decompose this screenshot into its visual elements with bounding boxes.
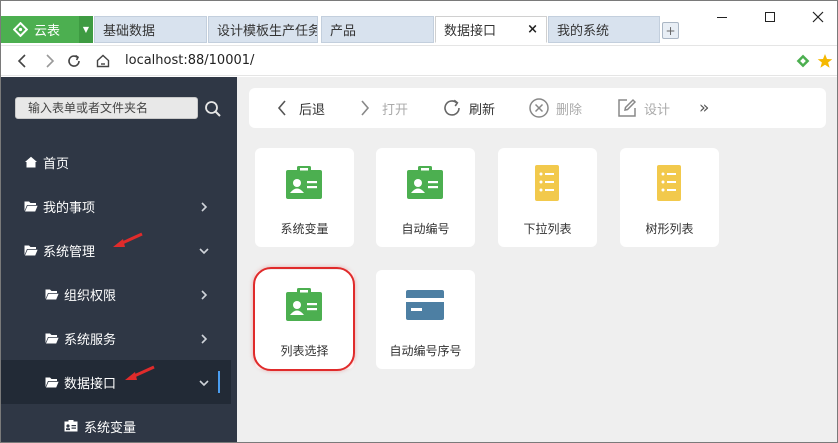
id-card-icon: [64, 420, 78, 432]
tab-label: 我的系统: [557, 24, 610, 39]
folder-icon: [24, 200, 38, 212]
search-icon[interactable]: [204, 100, 222, 118]
card-label: 列表选择: [280, 344, 329, 358]
delete-label: 删除: [556, 102, 583, 118]
sidebar-item-my-tasks[interactable]: 我的事项: [1, 184, 237, 228]
main-content: 后退 打开 刷新 删除 设计 » 系统变量 自动编号 下拉列表 树形列表 列表选…: [237, 77, 837, 442]
design-label: 设计: [644, 102, 671, 118]
search-placeholder: 输入表单或者文件夹名: [28, 101, 149, 115]
home-icon: [24, 156, 38, 168]
tab-bar: 云表 ▼ 基础数据 设计模板生产任务 产品 数据接口 × 我的系统 +: [1, 1, 837, 45]
yunbiao-logo-icon: [13, 22, 28, 37]
back-arrow-icon[interactable]: [13, 52, 31, 70]
reload-icon[interactable]: [65, 52, 83, 70]
sidebar-item-system-services[interactable]: 系统服务: [1, 316, 237, 360]
refresh-icon: [441, 97, 463, 119]
tab-close-icon[interactable]: ×: [527, 22, 538, 37]
toolbar: 后退 打开 刷新 删除 设计 »: [249, 88, 826, 128]
extension-diamond-icon[interactable]: [795, 53, 811, 69]
refresh-label: 刷新: [469, 102, 496, 118]
chevron-right-icon: [354, 97, 376, 119]
more-label: »: [699, 98, 710, 118]
folder-icon: [45, 288, 59, 300]
id-card-icon: [405, 165, 445, 201]
home-page-icon[interactable]: [94, 52, 112, 70]
card-auto-number[interactable]: 自动编号: [376, 148, 475, 247]
browser-window: 云表 ▼ 基础数据 设计模板生产任务 产品 数据接口 × 我的系统 + loca…: [0, 0, 838, 443]
folder-open-icon: [45, 376, 59, 388]
chevron-right-icon: [199, 333, 209, 344]
card-label: 系统变量: [280, 222, 329, 236]
design-button[interactable]: 设计: [616, 88, 670, 128]
minimize-icon[interactable]: [707, 7, 737, 27]
url-field[interactable]: localhost:88/10001/: [125, 53, 254, 68]
id-card-icon: [284, 287, 324, 323]
favorite-star-icon[interactable]: [817, 53, 833, 69]
chevron-down-icon: [199, 245, 209, 255]
tab-my-system[interactable]: 我的系统: [548, 16, 660, 43]
id-card-icon: [284, 165, 324, 201]
folder-icon: [45, 332, 59, 344]
card-list-selection[interactable]: 列表选择: [255, 270, 354, 369]
tab-label: 设计模板生产任务: [217, 24, 318, 39]
sidebar-item-label: 系统服务: [64, 332, 117, 348]
chevron-down-icon: [199, 377, 209, 387]
maximize-icon[interactable]: [755, 7, 785, 27]
card-label: 自动编号: [401, 222, 450, 236]
tab-label: 数据接口: [444, 24, 497, 39]
sidebar-item-label: 系统管理: [43, 244, 96, 260]
refresh-button[interactable]: 刷新: [441, 88, 495, 128]
back-button[interactable]: 后退: [271, 88, 325, 128]
open-label: 打开: [382, 102, 409, 118]
new-tab-plus-icon[interactable]: +: [662, 22, 679, 39]
red-arrow-annotation: [111, 231, 145, 251]
tab-label: 基础数据: [103, 24, 156, 39]
delete-button[interactable]: 删除: [528, 88, 582, 128]
sidebar-item-home[interactable]: 首页: [1, 140, 237, 184]
app-dropdown-icon[interactable]: ▼: [79, 16, 93, 43]
close-window-icon[interactable]: [803, 7, 833, 27]
edit-pencil-icon: [616, 97, 638, 119]
tab-data-interface[interactable]: 数据接口 ×: [435, 16, 547, 43]
chevron-left-icon: [271, 97, 293, 119]
card-dropdown-list[interactable]: 下拉列表: [498, 148, 597, 247]
app-menu-button[interactable]: 云表: [1, 16, 79, 43]
card-label: 树形列表: [645, 222, 694, 236]
more-button[interactable]: »: [699, 88, 709, 128]
sidebar: 输入表单或者文件夹名 首页 我的事项 系统管理 组织权限 系统服务 数据接口 系…: [1, 77, 237, 442]
tab-basic-data[interactable]: 基础数据: [94, 16, 207, 43]
chevron-right-icon: [199, 201, 209, 212]
sidebar-item-system-variables[interactable]: 系统变量: [1, 404, 237, 442]
card-auto-number-sequence[interactable]: 自动编号序号: [376, 270, 475, 369]
sidebar-item-label: 组织权限: [64, 288, 117, 304]
tab-design-template[interactable]: 设计模板生产任务: [208, 16, 318, 43]
chevron-right-icon: [199, 289, 209, 300]
card-label: 自动编号序号: [389, 344, 462, 358]
sidebar-item-data-interface[interactable]: 数据接口: [1, 360, 231, 404]
sidebar-item-label: 数据接口: [64, 376, 117, 392]
sidebar-search-input[interactable]: 输入表单或者文件夹名: [15, 97, 198, 119]
delete-circle-x-icon: [528, 97, 550, 119]
back-label: 后退: [299, 102, 326, 118]
card-label: 下拉列表: [523, 222, 572, 236]
sidebar-item-label: 我的事项: [43, 200, 96, 216]
address-bar: localhost:88/10001/: [1, 45, 837, 76]
card-window-icon: [405, 287, 445, 323]
app-name: 云表: [34, 24, 61, 39]
card-system-variables[interactable]: 系统变量: [255, 148, 354, 247]
open-button[interactable]: 打开: [354, 88, 408, 128]
forward-arrow-icon[interactable]: [41, 52, 59, 70]
sidebar-item-label: 系统变量: [84, 420, 137, 436]
tab-product[interactable]: 产品: [321, 16, 434, 43]
selection-indicator: [218, 371, 220, 393]
list-doc-icon: [649, 165, 689, 201]
sidebar-item-org-permissions[interactable]: 组织权限: [1, 272, 237, 316]
red-arrow-annotation: [123, 364, 157, 384]
sidebar-item-label: 首页: [43, 156, 70, 172]
tab-label: 产品: [330, 24, 357, 39]
card-tree-list[interactable]: 树形列表: [620, 148, 719, 247]
list-doc-icon: [527, 165, 567, 201]
folder-open-icon: [24, 244, 38, 256]
